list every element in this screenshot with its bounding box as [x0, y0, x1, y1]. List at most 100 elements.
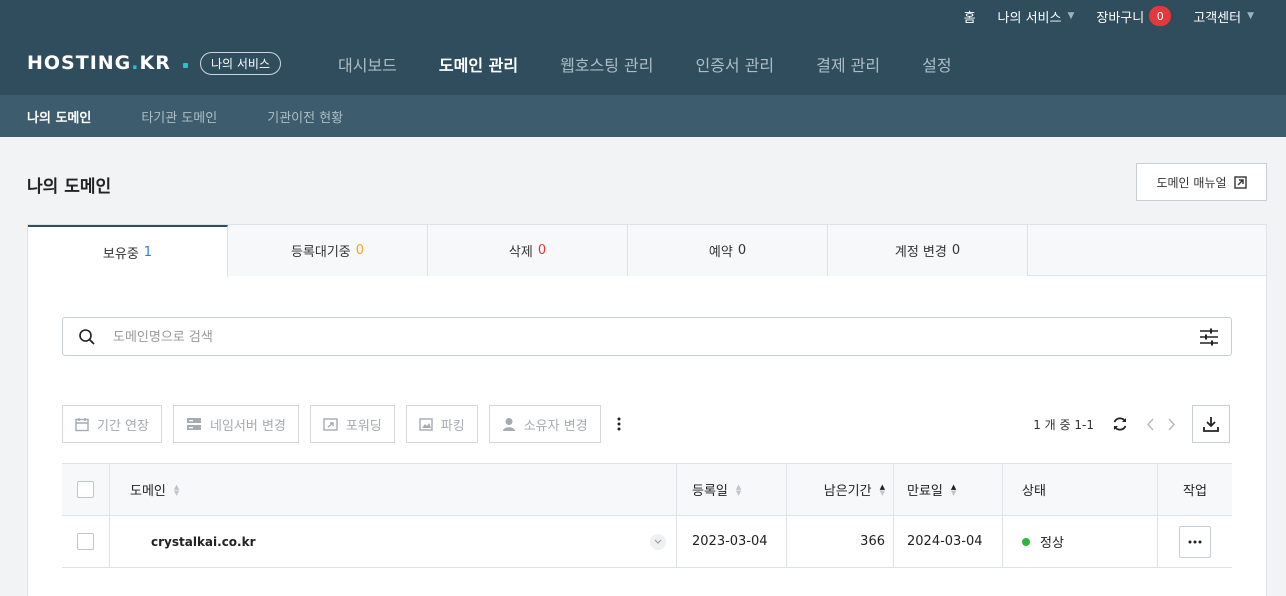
nav-payment-management[interactable]: 결제 관리 [816, 52, 880, 76]
column-header-expires[interactable]: 만료일 ▲ ▼ [894, 464, 1003, 515]
subnav-my-domains[interactable]: 나의 도메인 [27, 107, 91, 126]
table-row: crystalkai.co.kr 2023-03-04 366 2024-03-… [62, 516, 1232, 568]
parking-label: 파킹 [440, 418, 465, 434]
server-icon [186, 418, 201, 430]
table-header-row: 도메인 ▲ ▼ 등록일 ▲ ▼ 남은기간 ▲ ▼ 만료일 ▲ ▼ 상태 작업 [62, 464, 1232, 516]
logo[interactable]: HOSTING.KR [27, 52, 171, 74]
parking-button[interactable]: 파킹 [405, 405, 478, 443]
my-services-label: 나의 서비스 [997, 10, 1062, 26]
logo-text-right: KR [139, 52, 171, 74]
status-cell: 정상 [1003, 516, 1158, 567]
search-icon[interactable] [78, 328, 96, 346]
domain-cell: crystalkai.co.kr [110, 516, 677, 567]
column-header-action: 작업 [1183, 484, 1207, 499]
my-services-pill[interactable]: 나의 서비스 [200, 52, 282, 75]
prev-page-button[interactable] [1146, 417, 1154, 431]
cart-link[interactable]: 장바구니 0 [1096, 6, 1172, 26]
row-checkbox[interactable] [77, 533, 94, 550]
expiry-date-cell: 2024-03-04 [894, 516, 1003, 567]
page-title: 나의 도메인 [27, 177, 112, 197]
row-checkbox-cell [62, 516, 110, 567]
column-label: 등록일 [692, 484, 728, 499]
column-label: 도메인 [130, 484, 166, 499]
tab-label: 보유중 [102, 246, 139, 262]
column-header-domain[interactable]: 도메인 ▲ ▼ [110, 464, 677, 515]
forwarding-button[interactable]: 포워딩 [309, 405, 395, 443]
sort-icon: ▲ ▼ [173, 482, 180, 497]
refresh-button[interactable] [1112, 416, 1128, 432]
select-all-checkbox[interactable] [77, 481, 94, 498]
subnav-other-registrar-domains[interactable]: 타기관 도메인 [141, 107, 217, 126]
tab-label: 계정 변경 [894, 245, 947, 260]
subnav-transfer-status[interactable]: 기관이전 현황 [267, 107, 343, 126]
change-owner-label: 소유자 변경 [523, 418, 588, 434]
column-label: 남은기간 [823, 484, 872, 499]
search-input[interactable] [113, 326, 1173, 348]
column-header-remaining[interactable]: 남은기간 ▲ ▼ [787, 464, 894, 515]
nav-settings[interactable]: 설정 [922, 52, 951, 76]
expand-row-button[interactable] [650, 533, 666, 550]
column-header-registered[interactable]: 등록일 ▲ ▼ [677, 464, 787, 515]
chevron-left-icon [1146, 417, 1154, 431]
change-nameserver-label: 네임서버 변경 [209, 418, 286, 434]
top-header: 홈 나의 서비스 ▼ 장바구니 0 고객센터 ▼ HOSTING.KR 나의 서비스 … [0, 0, 1286, 95]
filter-icon[interactable] [1199, 327, 1219, 347]
change-nameserver-button[interactable]: 네임서버 변경 [172, 405, 299, 443]
extend-period-label: 기간 연장 [97, 418, 149, 434]
nav-dashboard[interactable]: 대시보드 [338, 52, 397, 76]
caret-down-icon: ▼ [1067, 11, 1075, 21]
status-tabs: 보유중 1 등록대기중 0 삭제 0 예약 0 계정 변경 0 [28, 225, 1266, 277]
vertical-ellipsis-icon [617, 417, 621, 431]
row-actions-button[interactable] [1179, 525, 1211, 558]
caret-down-icon: ▼ [1247, 11, 1254, 21]
tab-deleted[interactable]: 삭제 0 [428, 225, 628, 276]
domain-manual-label: 도메인 매뉴얼 [1156, 175, 1227, 190]
sub-nav: 나의 도메인 타기관 도메인 기관이전 현황 [0, 95, 1286, 137]
external-link-icon [1233, 175, 1247, 189]
my-services-dropdown[interactable]: 나의 서비스 ▼ [998, 7, 1075, 26]
tab-count: 1 [143, 244, 153, 260]
extend-period-button[interactable]: 기간 연장 [62, 405, 162, 443]
tab-count: 0 [737, 243, 747, 258]
refresh-icon [1113, 417, 1127, 431]
tab-account-change[interactable]: 계정 변경 0 [828, 225, 1028, 276]
download-button[interactable] [1192, 405, 1230, 443]
download-icon [1203, 417, 1219, 432]
domain-manual-button[interactable]: 도메인 매뉴얼 [1136, 163, 1267, 201]
tab-owned[interactable]: 보유중 1 [28, 225, 228, 277]
tab-reserved[interactable]: 예약 0 [628, 225, 828, 276]
more-options-button[interactable] [612, 405, 626, 443]
tab-label: 예약 [708, 245, 733, 260]
nav-certificate-management[interactable]: 인증서 관리 [695, 52, 774, 76]
tab-count: 0 [355, 243, 365, 258]
pagination-summary: 1 개 중 1-1 [1033, 417, 1094, 432]
main-nav: 대시보드 도메인 관리 웹호스팅 관리 인증서 관리 결제 관리 설정 [338, 52, 994, 76]
image-icon [419, 417, 433, 431]
home-label: 홈 [963, 10, 976, 26]
tab-label: 등록대기중 [290, 245, 351, 260]
chevron-down-icon [654, 539, 662, 544]
change-owner-button[interactable]: 소유자 변경 [488, 405, 601, 443]
sort-icon: ▲ ▼ [950, 482, 957, 497]
support-label: 고객센터 [1193, 10, 1242, 26]
status-dot-icon [1022, 537, 1030, 546]
calendar-icon [75, 417, 89, 431]
support-dropdown[interactable]: 고객센터 ▼ [1193, 7, 1254, 26]
domain-name[interactable]: crystalkai.co.kr [151, 535, 256, 549]
utility-bar: 홈 나의 서비스 ▼ 장바구니 0 고객센터 ▼ [942, 6, 1254, 26]
nav-webhosting-management[interactable]: 웹호스팅 관리 [560, 52, 653, 76]
user-icon [502, 417, 515, 431]
column-label: 만료일 [907, 484, 943, 499]
action-cell [1158, 516, 1232, 567]
header-checkbox-cell [62, 464, 110, 515]
logo-accent-dot [183, 63, 188, 68]
home-link[interactable]: 홈 [964, 7, 976, 26]
logo-text-left: HOSTING [27, 52, 132, 74]
tab-pending[interactable]: 등록대기중 0 [228, 225, 428, 276]
sort-icon: ▲ ▼ [735, 482, 742, 497]
next-page-button[interactable] [1168, 417, 1176, 431]
nav-domain-management[interactable]: 도메인 관리 [439, 52, 518, 76]
cart-label: 장바구니 [1096, 10, 1145, 26]
tab-count: 0 [537, 243, 547, 258]
domain-table: 도메인 ▲ ▼ 등록일 ▲ ▼ 남은기간 ▲ ▼ 만료일 ▲ ▼ 상태 작업 crystalka… [62, 463, 1232, 568]
